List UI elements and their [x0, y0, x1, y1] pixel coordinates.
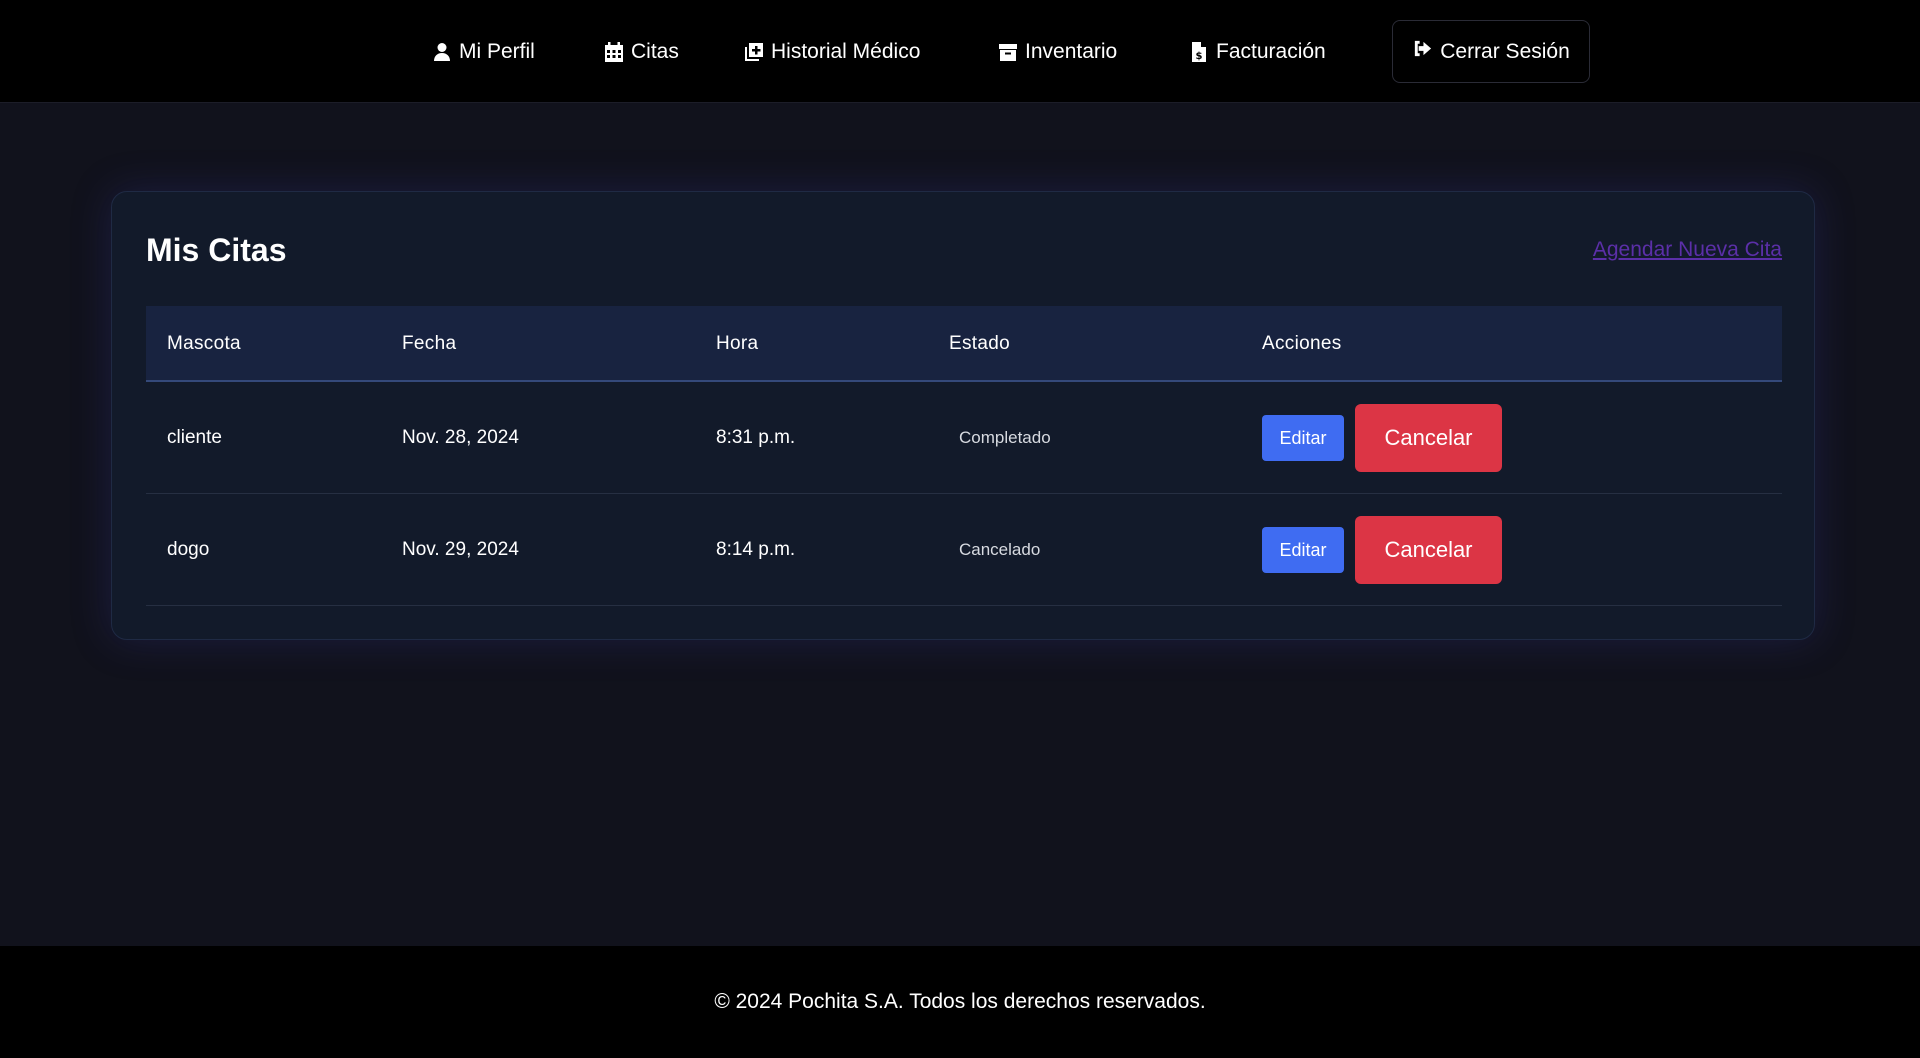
logout-label: Cerrar Sesión — [1440, 39, 1570, 63]
nav-item-facturacion[interactable]: $ Facturación — [1189, 0, 1326, 103]
nav-item-label: Inventario — [1025, 39, 1118, 63]
time-cell: 8:31 p.m. — [716, 427, 796, 448]
column-header-fecha: Fecha — [402, 333, 457, 354]
edit-button[interactable]: Editar — [1262, 527, 1344, 573]
invoice-dollar-icon: $ — [1189, 41, 1209, 62]
nav-item-citas[interactable]: Citas — [604, 0, 679, 103]
edit-button[interactable]: Editar — [1262, 415, 1344, 461]
column-header-mascota: Mascota — [167, 333, 241, 354]
appointments-card: Mis Citas Agendar Nueva Cita Mascota Fec… — [111, 191, 1815, 640]
nav-item-label: Facturación — [1216, 39, 1326, 63]
user-icon — [432, 42, 452, 62]
copyright-text: © 2024 Pochita S.A. Todos los derechos r… — [714, 990, 1206, 1013]
column-header-estado: Estado — [949, 333, 1010, 354]
actions-cell: Editar Cancelar — [1262, 494, 1502, 606]
new-appointment-link[interactable]: Agendar Nueva Cita — [1593, 238, 1782, 262]
appointments-table: Mascota Fecha Hora Estado Acciones clien… — [146, 306, 1782, 606]
column-header-hora: Hora — [716, 333, 759, 354]
cancel-button[interactable]: Cancelar — [1355, 404, 1502, 472]
date-cell: Nov. 29, 2024 — [402, 539, 519, 560]
nav-item-label: Historial Médico — [771, 39, 921, 63]
table-row: cliente Nov. 28, 2024 8:31 p.m. Completa… — [146, 382, 1782, 494]
pet-name-cell: dogo — [167, 539, 210, 560]
date-cell: Nov. 28, 2024 — [402, 427, 519, 448]
status-cell: Cancelado — [959, 540, 1041, 559]
box-icon — [998, 42, 1018, 62]
nav-item-historial-medico[interactable]: Historial Médico — [744, 0, 920, 103]
sign-out-icon — [1412, 38, 1433, 65]
nav-item-mi-perfil[interactable]: Mi Perfil — [432, 0, 535, 103]
page-title: Mis Citas — [146, 232, 287, 268]
medical-plus-icon — [744, 42, 764, 62]
column-header-acciones: Acciones — [1262, 333, 1342, 354]
nav-item-label: Citas — [631, 39, 679, 63]
pet-name-cell: cliente — [167, 427, 222, 448]
actions-cell: Editar Cancelar — [1262, 382, 1502, 494]
top-navbar: Mi Perfil Citas Historial Médico Inventa… — [0, 0, 1920, 103]
nav-item-label: Mi Perfil — [459, 39, 535, 63]
logout-button[interactable]: Cerrar Sesión — [1392, 20, 1590, 83]
time-cell: 8:14 p.m. — [716, 539, 796, 560]
page-footer: © 2024 Pochita S.A. Todos los derechos r… — [0, 946, 1920, 1058]
svg-text:$: $ — [1196, 51, 1203, 62]
table-header: Mascota Fecha Hora Estado Acciones — [146, 306, 1782, 382]
table-row: dogo Nov. 29, 2024 8:14 p.m. Cancelado E… — [146, 494, 1782, 606]
status-cell: Completado — [959, 428, 1051, 447]
nav-item-inventario[interactable]: Inventario — [998, 0, 1117, 103]
cancel-button[interactable]: Cancelar — [1355, 516, 1502, 584]
calendar-icon — [604, 41, 624, 62]
